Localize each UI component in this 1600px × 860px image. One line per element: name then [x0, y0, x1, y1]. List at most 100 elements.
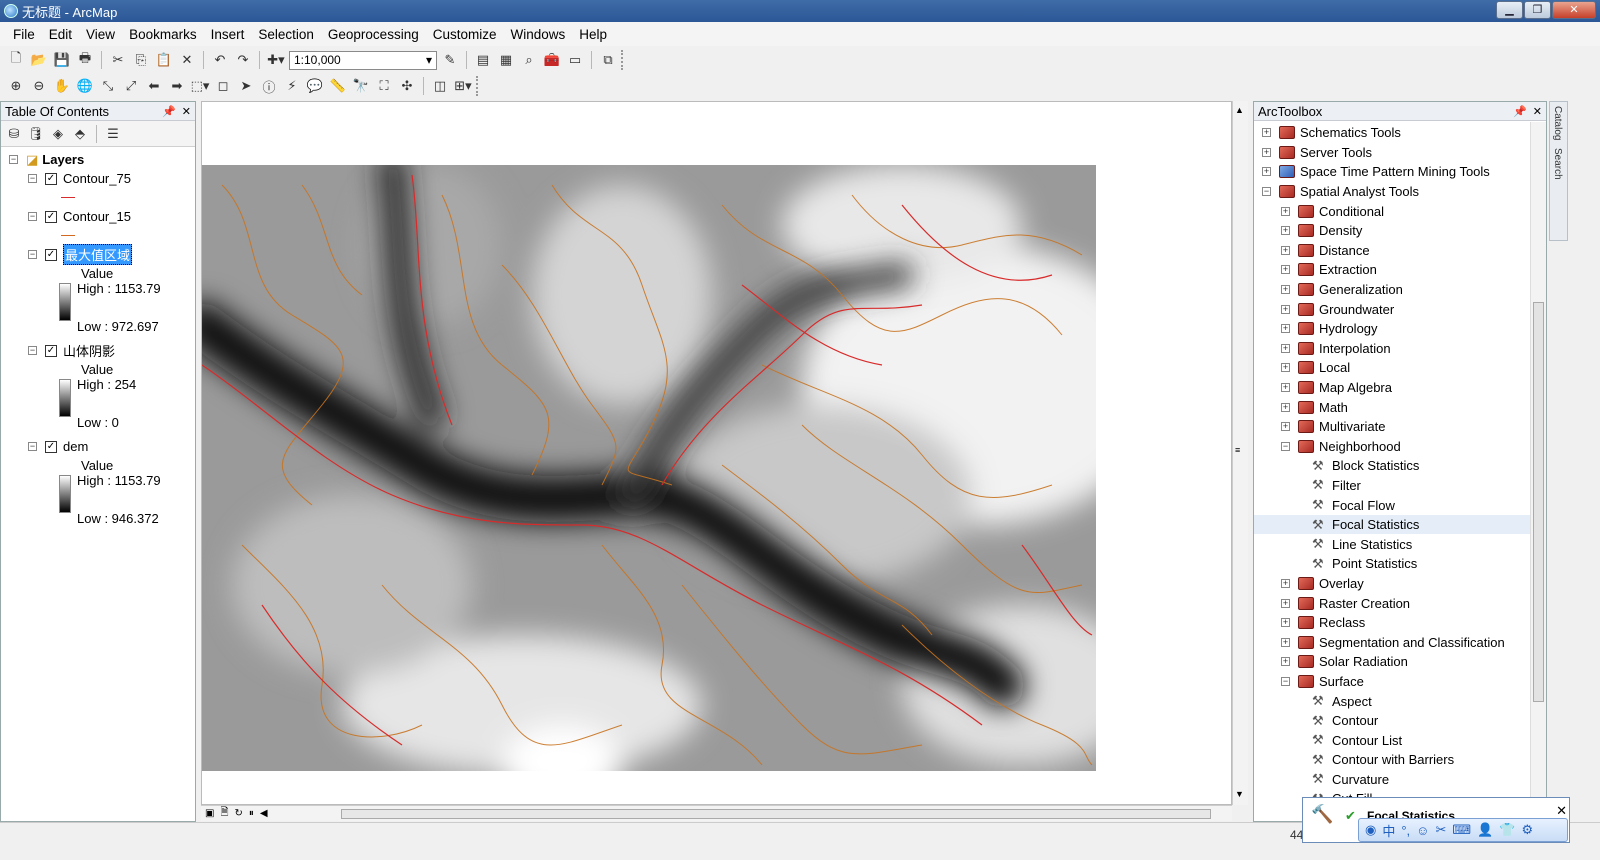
- collapse-icon[interactable]: −: [28, 212, 37, 221]
- toolbox-item[interactable]: ⚒ Point Statistics: [1254, 554, 1546, 574]
- menu-bookmarks[interactable]: Bookmarks: [122, 27, 204, 42]
- back-extent-icon[interactable]: ⬅: [144, 76, 164, 96]
- map-scale-combobox[interactable]: 1:10,000 ▾: [289, 50, 437, 70]
- expand-icon[interactable]: +: [1262, 167, 1271, 177]
- refresh-icon[interactable]: ↻: [235, 808, 243, 819]
- catalog-window-icon[interactable]: ▦: [496, 50, 516, 70]
- full-extent-globe-icon[interactable]: 🌐: [75, 76, 95, 96]
- chevron-left-icon[interactable]: ◀: [260, 808, 268, 819]
- expand-icon[interactable]: +: [1281, 245, 1290, 255]
- toolbar-grip-2[interactable]: [476, 76, 482, 96]
- expand-icon[interactable]: +: [1262, 128, 1271, 138]
- punctuation-icon[interactable]: °,: [1401, 823, 1410, 838]
- viewer-window-icon[interactable]: ⊞▾: [453, 76, 473, 96]
- scissors-icon[interactable]: ✂: [1435, 822, 1446, 838]
- chevron-up-icon[interactable]: ▲: [1235, 105, 1244, 115]
- toolbox-item[interactable]: + Distance: [1254, 241, 1546, 261]
- collapse-icon[interactable]: −: [28, 174, 37, 183]
- redo-icon[interactable]: ↷: [233, 50, 253, 70]
- toolbox-item[interactable]: + Local: [1254, 358, 1546, 378]
- minimize-button[interactable]: ▁: [1496, 1, 1523, 19]
- toolbox-item[interactable]: + Segmentation and Classification: [1254, 632, 1546, 652]
- pin-icon[interactable]: 📌: [162, 105, 176, 118]
- clear-selection-icon[interactable]: ◻: [213, 76, 233, 96]
- layer-row-contour-75[interactable]: − ✓ Contour_75: [1, 169, 195, 188]
- visibility-checkbox[interactable]: ✓: [45, 248, 57, 261]
- editor-toolbar-icon[interactable]: ✎: [440, 50, 460, 70]
- emoji-icon[interactable]: ☺: [1416, 823, 1429, 838]
- toolbox-item[interactable]: ⚒ Line Statistics: [1254, 534, 1546, 554]
- toolbox-item[interactable]: ⚒ Filter: [1254, 476, 1546, 496]
- toolbox-item[interactable]: + Server Tools: [1254, 143, 1546, 163]
- visibility-checkbox[interactable]: ✓: [45, 172, 57, 185]
- select-elements-arrow-icon[interactable]: ➤: [236, 76, 256, 96]
- toolbox-item[interactable]: + Multivariate: [1254, 417, 1546, 437]
- toolbox-item[interactable]: ⚒ Focal Flow: [1254, 495, 1546, 515]
- toolbox-item[interactable]: ⚒ Aspect: [1254, 691, 1546, 711]
- toolbox-item[interactable]: + Reclass: [1254, 613, 1546, 633]
- skin-icon[interactable]: 👕: [1499, 822, 1515, 838]
- data-view-icon[interactable]: ▣: [205, 808, 214, 819]
- toolbox-item[interactable]: + Math: [1254, 397, 1546, 417]
- save-icon[interactable]: 💾: [52, 50, 72, 70]
- time-slider-icon[interactable]: ◫: [430, 76, 450, 96]
- search-window-icon[interactable]: ⌕: [519, 50, 539, 70]
- expand-icon[interactable]: +: [1281, 206, 1290, 216]
- expand-icon[interactable]: +: [1281, 343, 1290, 353]
- collapse-icon[interactable]: −: [1281, 441, 1290, 451]
- close-button[interactable]: ✕: [1552, 1, 1596, 19]
- layer-row-hillshade[interactable]: − ✓ 山体阴影: [1, 341, 195, 360]
- print-icon[interactable]: 🖶: [75, 50, 95, 70]
- fixed-zoom-out-icon[interactable]: ⤢: [121, 76, 141, 96]
- expand-icon[interactable]: +: [1262, 147, 1271, 157]
- toolbox-item[interactable]: + Schematics Tools: [1254, 123, 1546, 143]
- maximize-button[interactable]: ❐: [1524, 1, 1551, 19]
- collapse-icon[interactable]: −: [9, 155, 18, 164]
- layout-view-icon[interactable]: 🗎: [220, 805, 228, 822]
- catalog-tab[interactable]: Catalog: [1550, 102, 1565, 144]
- collapse-icon[interactable]: −: [28, 346, 37, 355]
- find-binoculars-icon[interactable]: 🔭: [351, 76, 371, 96]
- go-to-xy-icon[interactable]: ✣: [397, 76, 417, 96]
- menu-selection[interactable]: Selection: [251, 27, 321, 42]
- pause-drawing-icon[interactable]: ⏸: [249, 808, 254, 819]
- menu-view[interactable]: View: [79, 27, 122, 42]
- toolbox-item[interactable]: + Hydrology: [1254, 319, 1546, 339]
- layer-row-dem[interactable]: − ✓ dem: [1, 437, 195, 456]
- toolbar-grip[interactable]: [621, 50, 627, 70]
- list-by-visibility-icon[interactable]: ◈: [49, 125, 67, 143]
- ime-logo-icon[interactable]: ◉: [1365, 822, 1376, 838]
- toolbox-item[interactable]: − Neighborhood: [1254, 437, 1546, 457]
- toolbox-item[interactable]: ⚒ Contour List: [1254, 730, 1546, 750]
- scroll-thumb-grip[interactable]: ≡: [1235, 445, 1240, 455]
- toolbox-item[interactable]: + Raster Creation: [1254, 593, 1546, 613]
- menu-geoprocessing[interactable]: Geoprocessing: [321, 27, 426, 42]
- visibility-checkbox[interactable]: ✓: [45, 440, 57, 453]
- toolbox-item[interactable]: + Extraction: [1254, 260, 1546, 280]
- user-icon[interactable]: 👤: [1477, 822, 1493, 838]
- map-display[interactable]: [201, 101, 1232, 805]
- expand-icon[interactable]: +: [1281, 226, 1290, 236]
- toolbox-item[interactable]: + Conditional: [1254, 201, 1546, 221]
- delete-icon[interactable]: ✕: [177, 50, 197, 70]
- toolbox-item[interactable]: − Surface: [1254, 672, 1546, 692]
- map-vertical-scrollbar[interactable]: ▲ ≡ ▼: [1232, 101, 1248, 805]
- toolbox-item[interactable]: ⚒ Contour: [1254, 711, 1546, 731]
- layers-root[interactable]: − ◪ Layers: [1, 150, 195, 169]
- keyboard-icon[interactable]: ⌨: [1452, 822, 1471, 838]
- python-window-icon[interactable]: ▭: [565, 50, 585, 70]
- forward-extent-icon[interactable]: ➡: [167, 76, 187, 96]
- expand-icon[interactable]: +: [1281, 324, 1290, 334]
- select-features-icon[interactable]: ⬚▾: [190, 76, 210, 96]
- pin-icon[interactable]: 📌: [1513, 105, 1527, 118]
- toolbox-item[interactable]: ⚒ Focal Statistics: [1254, 514, 1546, 535]
- toolbox-item[interactable]: + Map Algebra: [1254, 378, 1546, 398]
- gear-icon[interactable]: ⚙: [1522, 822, 1534, 838]
- toolbox-item[interactable]: + Density: [1254, 221, 1546, 241]
- find-route-icon[interactable]: ⛶: [374, 76, 394, 96]
- measure-icon[interactable]: 📏: [328, 76, 348, 96]
- ime-toolbar[interactable]: ◉ 中 °, ☺ ✂ ⌨ 👤 👕 ⚙: [1358, 818, 1568, 842]
- menu-insert[interactable]: Insert: [204, 27, 252, 42]
- table-of-contents-icon[interactable]: ▤: [473, 50, 493, 70]
- expand-icon[interactable]: +: [1281, 304, 1290, 314]
